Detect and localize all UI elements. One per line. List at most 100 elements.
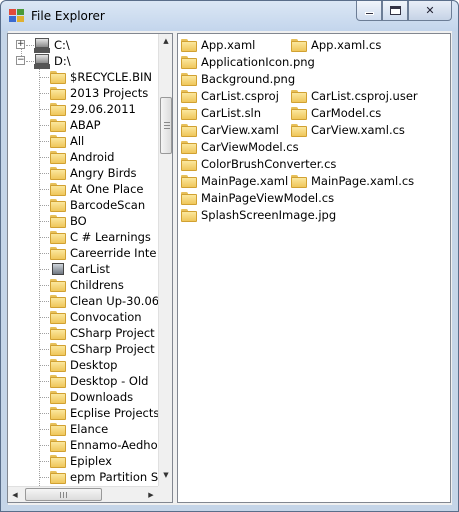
file-item[interactable]: App.xaml.cs [291,37,381,53]
horizontal-scroll-thumb[interactable] [25,488,102,501]
file-item[interactable]: CarViewModel.cs [181,139,299,155]
file-list[interactable]: App.xaml App.xaml.cs ApplicationIcon.png Ba… [177,33,451,503]
tree-item[interactable]: Clean Up-30.06 [39,293,159,309]
tree-item[interactable]: Convocation [39,309,142,325]
tree-item[interactable]: Android [39,149,114,165]
scroll-right-arrow-icon[interactable]: ▶ [144,488,158,502]
scroll-up-arrow-icon[interactable]: ▲ [159,34,172,48]
tree-connector [39,237,49,238]
tree-item-label: D:\ [54,54,71,68]
maximize-icon [389,6,401,15]
file-item[interactable]: MainPageViewModel.cs [181,190,334,206]
tree-connector [39,269,49,270]
folder-icon [181,140,197,154]
tree-connector [39,461,49,462]
tree-item[interactable]: 2013 Projects [39,85,148,101]
tree-item[interactable]: At One Place [39,181,143,197]
folder-icon [50,166,66,180]
tree-item[interactable]: BO [39,213,87,229]
tree-item[interactable]: Childrens [39,277,124,293]
file-item[interactable]: MainPage.xaml.cs [291,173,414,189]
tree-connector [39,285,49,286]
tree-drive-c[interactable]: + C:\ [16,37,70,53]
folder-icon [181,174,197,188]
file-name: ApplicationIcon.png [201,55,315,69]
folder-icon [181,72,197,86]
tree-item[interactable]: Downloads [39,389,133,405]
folder-icon [181,123,197,137]
folder-icon [291,106,307,120]
file-item[interactable]: CarList.csproj [181,88,279,104]
folder-icon [291,174,307,188]
tree-item[interactable]: Desktop - Old [39,373,148,389]
tree-item[interactable]: C # Learnings [39,229,151,245]
close-button[interactable]: ✕ [408,1,452,21]
tree-vertical-scrollbar[interactable]: ▲ ▼ [158,34,172,486]
tree-item-label: $RECYCLE.BIN [70,70,153,84]
file-item[interactable]: CarList.csproj.user [291,88,418,104]
tree-connector [39,157,49,158]
tree-horizontal-scrollbar[interactable]: ◀ ▶ [8,486,158,502]
folder-icon [50,214,66,228]
tree-item[interactable]: CSharp Project [39,341,155,357]
tree-item-label: Downloads [70,390,134,404]
tree-connector [39,221,49,222]
folder-icon [291,38,307,52]
tree-connector [39,477,49,478]
file-item[interactable]: CarList.sln [181,105,261,121]
folder-tree[interactable]: + C:\ − D:\ $RECYCLE.BIN 2013 Projects 29.06.2… [7,33,173,503]
tree-item[interactable]: BarcodeScan [39,197,145,213]
tree-item[interactable]: CarList [39,261,110,277]
tree-item-label: Clean Up-30.06 [70,294,160,308]
file-item[interactable]: CarView.xaml [181,122,279,138]
tree-item[interactable]: Ennamo-Aedho [39,437,158,453]
collapse-icon[interactable]: − [16,56,25,65]
maximize-button[interactable] [382,1,408,21]
folder-icon [50,294,66,308]
tree-item-label: CSharp Project [70,326,155,340]
folder-icon [50,198,66,212]
file-name: CarView.xaml [201,123,279,137]
file-name: ColorBrushConverter.cs [201,157,337,171]
tree-item[interactable]: All [39,133,84,149]
tree-item[interactable]: 29.06.2011 [39,101,136,117]
tree-connector [39,333,49,334]
tree-item[interactable]: Careerride Inte [39,245,156,261]
title-bar[interactable]: File Explorer ✕ [1,1,458,31]
file-item[interactable]: MainPage.xaml [181,173,288,189]
file-name: CarModel.cs [311,106,382,120]
tree-item[interactable]: $RECYCLE.BIN [39,69,152,85]
file-item[interactable]: App.xaml [181,37,255,53]
tree-item[interactable]: Angry Birds [39,165,137,181]
tree-connector [39,109,49,110]
tree-item[interactable]: CSharp Project [39,325,155,341]
expand-icon[interactable]: + [16,40,25,49]
file-item[interactable]: ApplicationIcon.png [181,54,315,70]
folder-icon [181,38,197,52]
folder-icon [50,342,66,356]
folder-icon [181,89,197,103]
tree-item[interactable]: ABAP [39,117,101,133]
tree-item[interactable]: epm Partition S [39,469,158,485]
tree-item[interactable]: Elance [39,421,108,437]
tree-item-label: Ennamo-Aedho [70,438,158,452]
tree-item-label: Childrens [70,278,124,292]
file-item[interactable]: ColorBrushConverter.cs [181,156,336,172]
scroll-left-arrow-icon[interactable]: ◀ [8,488,22,502]
file-item[interactable]: SplashScreenImage.jpg [181,207,336,223]
tree-item-label: Careerride Inte [70,246,157,260]
tree-item[interactable]: Epiplex [39,453,112,469]
tree-item[interactable]: Ecplise Projects [39,405,159,421]
file-item[interactable]: CarView.xaml.cs [291,122,405,138]
scroll-down-arrow-icon[interactable]: ▼ [159,468,172,482]
tree-item-label: Convocation [70,310,142,324]
tree-connector [39,141,49,142]
minimize-button[interactable] [356,1,382,21]
file-item[interactable]: Background.png [181,71,295,87]
tree-item[interactable]: Desktop [39,357,117,373]
tree-drive-d[interactable]: − D:\ [16,53,71,69]
tree-item-label: ABAP [70,118,101,132]
tree-item-label: All [70,134,85,148]
file-item[interactable]: CarModel.cs [291,105,381,121]
vertical-scroll-thumb[interactable] [160,97,172,154]
